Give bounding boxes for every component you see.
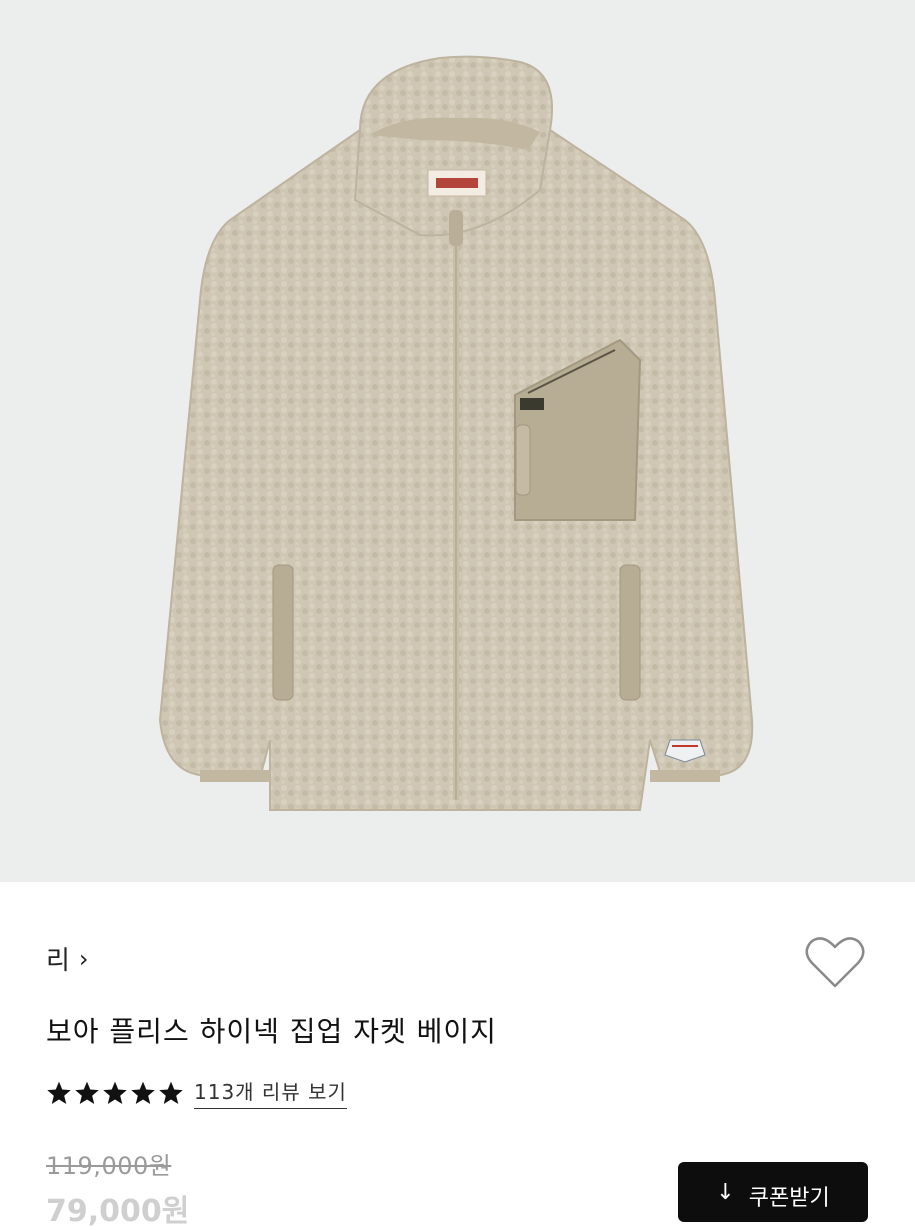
brand-link[interactable]: 리 ›: [46, 940, 90, 977]
review-link[interactable]: 113개 리뷰 보기: [194, 1076, 347, 1109]
chevron-right-icon: ›: [78, 944, 90, 973]
download-arrow-icon: ↓: [716, 1180, 735, 1205]
heart-outline-icon[interactable]: [804, 934, 866, 990]
product-title: 보아 플리스 하이넥 집업 자켓 베이지: [46, 1015, 497, 1048]
rating-row: 113개 리뷰 보기: [46, 1076, 347, 1109]
sale-price: 79,000원: [46, 1194, 190, 1229]
star-icon: [47, 1081, 71, 1104]
brand-name: 리: [46, 946, 71, 976]
star-icon: [103, 1081, 127, 1104]
coupon-label: 쿠폰받기: [748, 1186, 830, 1211]
product-image[interactable]: [0, 0, 915, 882]
star-rating: [46, 1080, 184, 1106]
star-icon: [159, 1081, 183, 1104]
jacket-illustration: [158, 55, 754, 811]
coupon-button[interactable]: ↓ 쿠폰받기: [678, 1162, 868, 1222]
star-icon: [75, 1081, 99, 1104]
star-icon: [131, 1081, 155, 1104]
original-price: 119,000원: [46, 1152, 172, 1180]
